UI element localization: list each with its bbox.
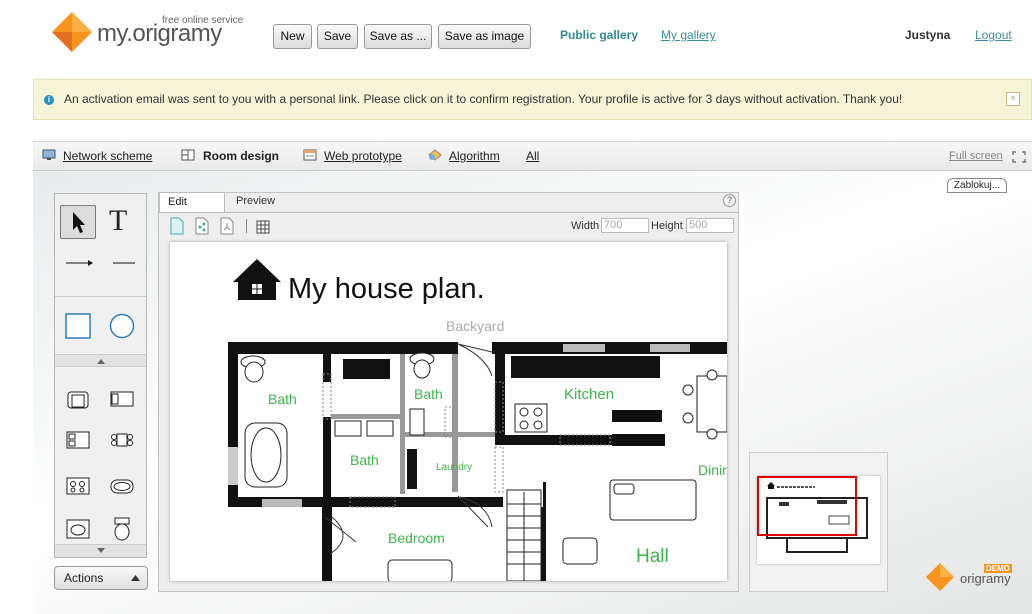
divider: [55, 296, 146, 297]
logo-subtitle: free online service: [162, 15, 244, 26]
circle-tool[interactable]: [109, 313, 135, 339]
pointer-icon: [73, 212, 85, 233]
new-button[interactable]: New: [273, 24, 312, 49]
tab-web-prototype[interactable]: Web prototype: [324, 149, 402, 163]
label-bath-2: Bath: [414, 386, 443, 402]
tab-all[interactable]: All: [526, 149, 539, 163]
plan-title: My house plan.: [288, 273, 485, 305]
tab-underline: [159, 212, 738, 213]
label-hall: Hall: [636, 546, 669, 567]
zablokuj-button[interactable]: Zablokuj...: [947, 178, 1007, 193]
dining-table-tool[interactable]: [109, 428, 135, 452]
save-button[interactable]: Save: [317, 24, 358, 49]
tab-preview[interactable]: Preview: [236, 195, 275, 207]
web-prototype-icon: [303, 149, 317, 161]
line-tool[interactable]: [112, 258, 136, 268]
tools-palette: T: [54, 193, 147, 558]
share-page-icon[interactable]: [194, 217, 210, 235]
house-icon: [233, 259, 281, 300]
armchair-tool[interactable]: [65, 386, 91, 412]
floor-plan[interactable]: My house plan. Backyard Bath Bath Bath K…: [170, 242, 727, 581]
drawing-canvas[interactable]: My house plan. Backyard Bath Bath Bath K…: [170, 242, 727, 581]
tree-page-icon[interactable]: [219, 217, 235, 235]
save-as-image-button[interactable]: Save as image: [438, 24, 531, 49]
new-page-icon[interactable]: [169, 217, 185, 235]
algorithm-icon: [428, 149, 442, 161]
chevron-down-icon: [97, 548, 105, 553]
origramy-logo-icon[interactable]: [52, 12, 92, 52]
grid-icon[interactable]: [256, 220, 270, 234]
fullscreen-icon[interactable]: [1012, 151, 1026, 163]
room-design-icon: [181, 149, 195, 161]
monitor-icon: [42, 149, 56, 160]
minimap-panel[interactable]: [749, 452, 888, 592]
activation-notice: i An activation email was sent to you wi…: [33, 79, 1032, 120]
bathtub-tool[interactable]: [109, 478, 135, 496]
minimap-viewport[interactable]: [757, 476, 857, 536]
label-bath-1: Bath: [268, 391, 297, 407]
header: my.origramy free online service New Save…: [0, 0, 1032, 72]
triangle-up-icon: [131, 575, 140, 581]
close-icon[interactable]: ×: [1006, 92, 1020, 106]
select-tool[interactable]: [60, 205, 96, 239]
save-as-button[interactable]: Save as ...: [364, 24, 432, 49]
notice-message: An activation email was sent to you with…: [64, 92, 903, 106]
tab-algorithm[interactable]: Algorithm: [449, 149, 500, 163]
actions-button[interactable]: Actions: [54, 566, 148, 590]
toilet-tool[interactable]: [111, 516, 133, 542]
help-icon[interactable]: ?: [723, 194, 736, 207]
double-bed-tool[interactable]: [65, 430, 91, 450]
rectangle-tool[interactable]: [65, 313, 91, 339]
sink-tool[interactable]: [65, 518, 91, 540]
height-label: Height: [651, 220, 683, 232]
label-backyard: Backyard: [446, 318, 504, 334]
label-laundry: Laundry: [436, 462, 472, 473]
label-kitchen: Kitchen: [564, 386, 614, 403]
label-bath-3: Bath: [350, 452, 379, 468]
watermark-text: origramy: [960, 571, 1011, 586]
width-label: Width: [571, 220, 600, 232]
tab-edit[interactable]: Edit: [159, 192, 225, 212]
text-tool[interactable]: T: [109, 204, 127, 238]
label-bedroom: Bedroom: [388, 530, 445, 546]
tab-network-scheme[interactable]: Network scheme: [63, 149, 152, 163]
logout-link[interactable]: Logout: [975, 28, 1012, 42]
toolbar-separator: [246, 219, 247, 233]
scroll-down-button[interactable]: [55, 544, 146, 557]
chevron-up-icon: [97, 359, 105, 364]
origramy-watermark-icon: [926, 563, 954, 591]
arrow-line-tool[interactable]: [64, 258, 94, 268]
label-dining: Dinin: [698, 462, 727, 478]
single-bed-tool[interactable]: [109, 390, 135, 410]
public-gallery-link[interactable]: Public gallery: [560, 28, 638, 42]
width-input[interactable]: 700: [601, 218, 649, 233]
info-icon: i: [44, 95, 54, 105]
actions-label: Actions: [64, 571, 104, 585]
tab-room-design[interactable]: Room design: [203, 149, 279, 163]
height-input[interactable]: 500: [686, 218, 734, 233]
full-screen-link[interactable]: Full screen: [949, 150, 1003, 162]
my-gallery-link[interactable]: My gallery: [661, 28, 716, 42]
user-name: Justyna: [905, 28, 951, 42]
stove-tool[interactable]: [65, 476, 91, 496]
scroll-up-button[interactable]: [55, 354, 146, 367]
diagram-type-tabs: Network scheme Room design Web prototype…: [33, 141, 1032, 171]
